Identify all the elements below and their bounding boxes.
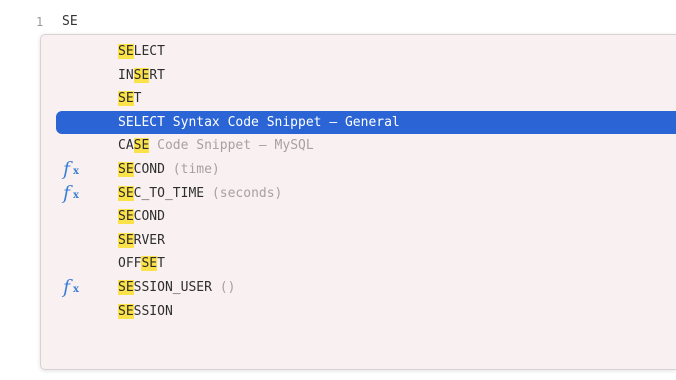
match-highlight: SE xyxy=(118,303,134,319)
match-highlight: SE xyxy=(118,209,134,225)
suggestion-hint: Code Snippet – MySQL xyxy=(149,138,314,154)
suggestion-item-offset[interactable]: OFFSET xyxy=(41,252,676,276)
suggestion-item-second[interactable]: SECOND xyxy=(41,205,676,229)
suggestion-label: SELECT xyxy=(118,44,165,59)
suggestion-label: SESSION_USER () xyxy=(118,279,236,295)
suggestion-item-set[interactable]: SET xyxy=(41,87,676,111)
suggestion-item-sec-to-time-function[interactable]: fx SEC_TO_TIME (seconds) xyxy=(41,182,676,206)
editor-text[interactable]: SE xyxy=(62,13,78,31)
match-highlight: SE xyxy=(118,185,134,201)
match-highlight: SE xyxy=(133,67,150,83)
match-highlight: SE xyxy=(118,161,134,177)
suggestion-label: SECOND xyxy=(118,209,165,225)
suggestion-item-server[interactable]: SERVER xyxy=(41,229,676,253)
match-highlight: SE xyxy=(118,279,134,295)
suggestion-label: CASE Code Snippet – MySQL xyxy=(118,138,314,154)
suggestion-item-session-user-function[interactable]: fx SESSION_USER () xyxy=(41,276,676,300)
match-highlight: SE xyxy=(133,138,150,154)
suggestion-label: INSERT xyxy=(118,67,165,83)
suggestion-item-second-function[interactable]: fx SECOND (time) xyxy=(41,158,676,182)
suggestion-hint: (time) xyxy=(164,161,220,177)
editor-line[interactable]: 1 SE xyxy=(0,13,676,31)
suggestion-label: SEC_TO_TIME (seconds) xyxy=(118,185,283,201)
suggestion-item-case-snippet[interactable]: CASE Code Snippet – MySQL xyxy=(41,134,676,158)
match-highlight: SE xyxy=(118,232,134,248)
function-icon: fx xyxy=(63,157,79,180)
suggestion-hint: () xyxy=(211,279,236,295)
suggestion-label: OFFSET xyxy=(118,256,165,272)
suggestion-label: SESSION xyxy=(118,303,173,319)
suggestion-label: SERVER xyxy=(118,232,165,248)
suggestion-item-insert[interactable]: INSERT xyxy=(41,64,676,88)
function-icon: fx xyxy=(63,275,79,298)
suggestion-label: SECOND (time) xyxy=(118,161,220,177)
suggestion-label: SELECT Syntax Code Snippet – General xyxy=(118,114,400,130)
suggestion-item-session[interactable]: SESSION xyxy=(41,300,676,324)
suggestion-hint: (seconds) xyxy=(204,185,283,201)
suggestion-label: SET xyxy=(118,91,142,107)
match-highlight: SE xyxy=(141,256,158,272)
function-icon: fx xyxy=(63,181,79,204)
autocomplete-popup[interactable]: SELECT INSERT SET SELECT Syntax Code Sni… xyxy=(40,34,676,370)
match-highlight: SE xyxy=(118,91,134,107)
suggestion-item-select-snippet[interactable]: SELECT Syntax Code Snippet – General xyxy=(56,110,676,135)
suggestion-item-select[interactable]: SELECT xyxy=(41,40,676,64)
autocomplete-list: SELECT INSERT SET SELECT Syntax Code Sni… xyxy=(41,40,676,323)
match-highlight: SE xyxy=(118,44,134,59)
line-number: 1 xyxy=(36,15,44,29)
